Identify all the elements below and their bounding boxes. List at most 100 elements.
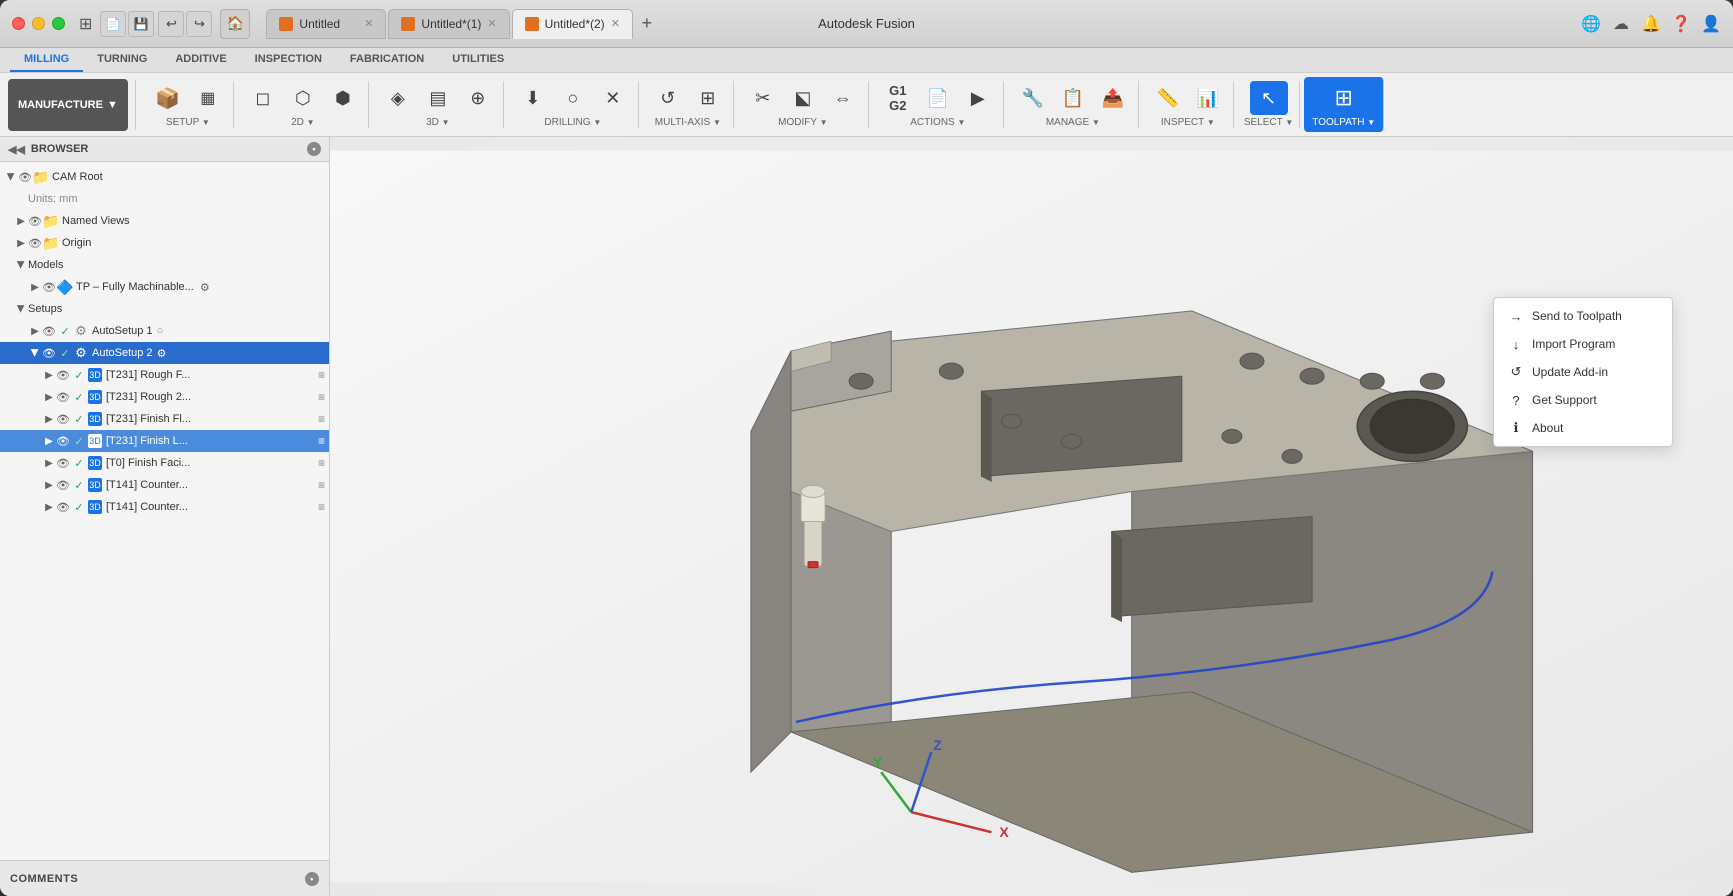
ribbon-tab-fabrication[interactable]: FABRICATION: [336, 48, 438, 72]
expand-arrow[interactable]: ▶: [42, 456, 56, 470]
visibility-icon[interactable]: 👁: [56, 434, 70, 448]
dropdown-item-send-toolpath[interactable]: → Send to Toolpath: [1494, 302, 1672, 330]
home-button[interactable]: 🏠: [220, 9, 250, 39]
3d-more-button[interactable]: ⊕: [459, 81, 497, 115]
ribbon-tab-inspection[interactable]: INSPECTION: [241, 48, 336, 72]
redo-button[interactable]: ↪: [186, 11, 212, 37]
simulate-button[interactable]: G1G2: [879, 81, 917, 115]
stock-button[interactable]: ▦: [189, 81, 227, 115]
expand-arrow[interactable]: ▶: [42, 434, 56, 448]
tree-item-t141-counter2[interactable]: ▶ 👁 ✓ 3D [T141] Counter... ≡: [0, 496, 329, 518]
extend-button[interactable]: ⇔: [824, 81, 862, 115]
tree-item-t231-rough-2[interactable]: ▶ 👁 ✓ 3D [T231] Rough 2... ≡: [0, 386, 329, 408]
visibility-icon[interactable]: 👁: [56, 412, 70, 426]
display-info-button[interactable]: 📊: [1189, 81, 1227, 115]
select-button[interactable]: ↖: [1250, 81, 1288, 115]
tab-close-button[interactable]: ✕: [364, 17, 373, 30]
cloud-icon[interactable]: ☁: [1611, 14, 1631, 34]
tree-item-t231-finish-fl[interactable]: ▶ 👁 ✓ 3D [T231] Finish Fl... ≡: [0, 408, 329, 430]
visibility-icon[interactable]: 👁: [28, 214, 42, 228]
gear-icon[interactable]: ⚙: [198, 280, 212, 294]
expand-arrow[interactable]: ▶: [42, 390, 56, 404]
visibility-icon[interactable]: 👁: [56, 368, 70, 382]
dropdown-item-update-addin[interactable]: ↺ Update Add-in: [1494, 358, 1672, 386]
help-icon[interactable]: ❓: [1671, 14, 1691, 34]
visibility-icon[interactable]: 👁: [42, 346, 56, 360]
ribbon-tab-turning[interactable]: TURNING: [83, 48, 161, 72]
tree-item-autosetup2[interactable]: ▶ 👁 ✓ ⚙ AutoSetup 2 ⚙: [0, 342, 329, 364]
grid-icon[interactable]: ⊞: [79, 14, 92, 34]
expand-arrow[interactable]: ▶: [28, 346, 42, 360]
expand-arrow[interactable]: ▶: [14, 214, 28, 228]
minimize-button[interactable]: [32, 17, 45, 30]
tree-item-origin[interactable]: ▶ 👁 📁 Origin: [0, 232, 329, 254]
visibility-icon[interactable]: 👁: [42, 324, 56, 338]
file-menu-button[interactable]: 📄: [100, 11, 126, 37]
2d-adaptive-button[interactable]: ◻: [244, 81, 282, 115]
tree-item-t141-counter1[interactable]: ▶ 👁 ✓ 3D [T141] Counter... ≡: [0, 474, 329, 496]
template-button[interactable]: 📋: [1054, 81, 1092, 115]
tree-item-models[interactable]: ▶ Models: [0, 254, 329, 276]
2d-contour-button[interactable]: ⬢: [324, 81, 362, 115]
tree-item-t231-rough-f[interactable]: ▶ 👁 ✓ 3D [T231] Rough F... ≡: [0, 364, 329, 386]
tab-untitled-1[interactable]: Untitled*(1) ✕: [388, 9, 509, 39]
expand-arrow[interactable]: ▶: [28, 324, 42, 338]
ribbon-tab-milling[interactable]: MILLING: [10, 48, 83, 72]
verify-button[interactable]: ▶: [959, 81, 997, 115]
account-icon[interactable]: 👤: [1701, 14, 1721, 34]
comments-options-button[interactable]: •: [305, 872, 319, 886]
tree-item-autosetup1[interactable]: ▶ 👁 ✓ ⚙ AutoSetup 1 ○: [0, 320, 329, 342]
tab-untitled[interactable]: Untitled ✕: [266, 9, 386, 39]
expand-arrow[interactable]: ▶: [14, 258, 28, 272]
trim-button[interactable]: ⬕: [784, 81, 822, 115]
visibility-icon[interactable]: 👁: [56, 500, 70, 514]
tool-library-button[interactable]: 🔧: [1014, 81, 1052, 115]
collapse-icon[interactable]: ◀◀: [8, 143, 25, 156]
2d-pocket-button[interactable]: ⬡: [284, 81, 322, 115]
close-button[interactable]: [12, 17, 25, 30]
viewport[interactable]: X Y Z → Send to Toolpath: [330, 137, 1733, 896]
expand-arrow[interactable]: ▶: [42, 478, 56, 492]
swarf-button[interactable]: ↺: [649, 81, 687, 115]
dropdown-item-import-program[interactable]: ↓ Import Program: [1494, 330, 1672, 358]
tree-item-named-views[interactable]: ▶ 👁 📁 Named Views: [0, 210, 329, 232]
visibility-icon[interactable]: 👁: [56, 390, 70, 404]
undo-button[interactable]: ↩: [158, 11, 184, 37]
manufacture-button[interactable]: MANUFACTURE ▼: [8, 79, 128, 131]
tab-close-button[interactable]: ✕: [611, 17, 620, 30]
tree-item-cam-root[interactable]: ▶ 👁 📁 CAM Root: [0, 166, 329, 188]
expand-arrow[interactable]: ▶: [28, 280, 42, 294]
expand-arrow[interactable]: ▶: [42, 368, 56, 382]
expand-arrow[interactable]: ▶: [14, 302, 28, 316]
tab-untitled-2[interactable]: Untitled*(2) ✕: [512, 9, 633, 39]
ribbon-tab-additive[interactable]: ADDITIVE: [161, 48, 240, 72]
post-button[interactable]: 📄: [919, 81, 957, 115]
3d-adaptive-button[interactable]: ◈: [379, 81, 417, 115]
dropdown-item-get-support[interactable]: ? Get Support: [1494, 386, 1672, 414]
visibility-icon[interactable]: 👁: [42, 280, 56, 294]
new-setup-button[interactable]: 📦: [149, 81, 187, 115]
drill-button[interactable]: ⬇: [514, 81, 552, 115]
expand-arrow[interactable]: ▶: [14, 236, 28, 250]
visibility-icon[interactable]: 👁: [56, 456, 70, 470]
cut-button[interactable]: ✂: [744, 81, 782, 115]
tree-item-setups[interactable]: ▶ Setups: [0, 298, 329, 320]
tab-close-button[interactable]: ✕: [487, 17, 496, 30]
visibility-icon[interactable]: 👁: [18, 170, 32, 184]
3d-pocket-button[interactable]: ▤: [419, 81, 457, 115]
post-lib-button[interactable]: 📤: [1094, 81, 1132, 115]
bore-button[interactable]: ○: [554, 81, 592, 115]
tree-item-tp-machinable[interactable]: ▶ 👁 🔷 TP – Fully Machinable... ⚙: [0, 276, 329, 298]
measure-button[interactable]: 📏: [1149, 81, 1187, 115]
toolpath-button[interactable]: ⊞: [1325, 81, 1363, 115]
tree-item-t0-finish[interactable]: ▶ 👁 ✓ 3D [T0] Finish Faci... ≡: [0, 452, 329, 474]
visibility-icon[interactable]: 👁: [28, 236, 42, 250]
multi-button[interactable]: ⊞: [689, 81, 727, 115]
expand-arrow[interactable]: ▶: [42, 500, 56, 514]
save-button[interactable]: 💾: [128, 11, 154, 37]
canvas-area[interactable]: X Y Z → Send to Toolpath: [330, 137, 1733, 896]
new-tab-button[interactable]: +: [635, 12, 659, 36]
thread-button[interactable]: ✕: [594, 81, 632, 115]
expand-arrow[interactable]: ▶: [4, 170, 18, 184]
notifications-icon[interactable]: 🔔: [1641, 14, 1661, 34]
